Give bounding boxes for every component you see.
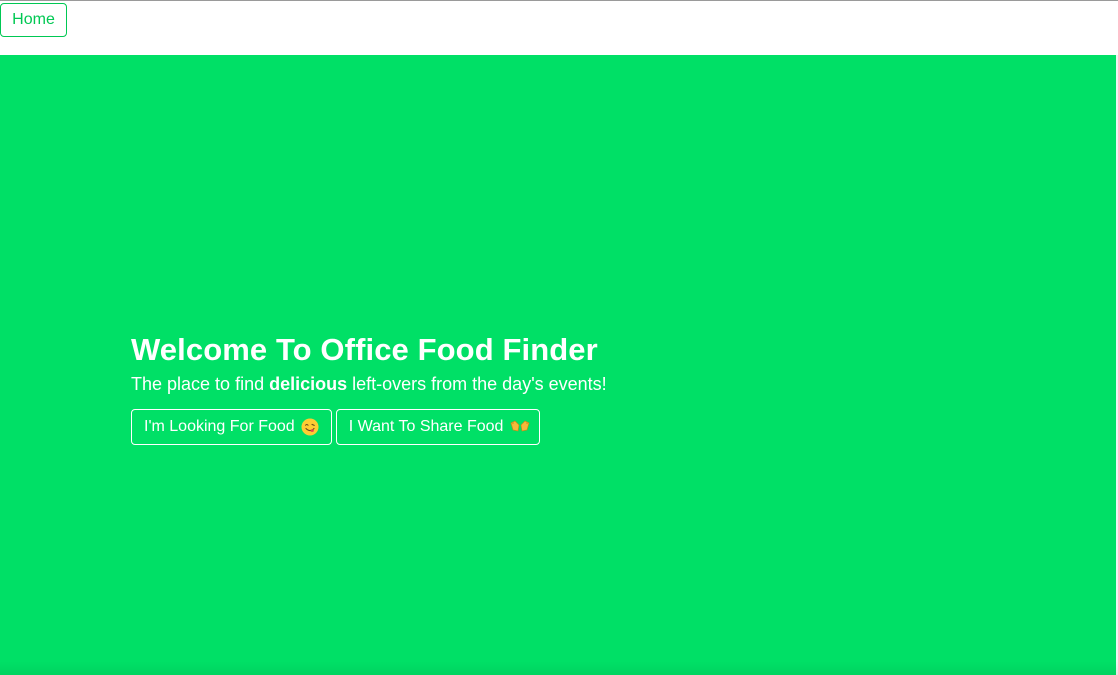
page-title: Welcome To Office Food Finder — [131, 332, 598, 367]
share-food-label: I Want To Share Food — [348, 418, 504, 435]
hero-section: Welcome To Office Food Finder The place … — [0, 55, 1118, 675]
looking-for-food-button[interactable]: I'm Looking For Food — [131, 409, 332, 445]
home-button[interactable]: Home — [0, 3, 67, 37]
looking-for-food-label: I'm Looking For Food — [144, 418, 295, 435]
subtitle-text-after: left-overs from the day's events! — [347, 374, 607, 394]
page-subtitle: The place to find delicious left-overs f… — [131, 372, 607, 396]
share-food-button[interactable]: I Want To Share Food — [335, 409, 541, 445]
yum-face-icon — [301, 418, 319, 436]
subtitle-text-before: The place to find — [131, 374, 270, 394]
subtitle-highlight: delicious — [269, 374, 348, 394]
hero-actions: I'm Looking For Food I Want To Share Foo… — [131, 409, 607, 445]
hero-content: Welcome To Office Food Finder The place … — [131, 331, 607, 445]
open-hands-icon — [509, 418, 530, 436]
navbar: Home — [0, 1, 1118, 55]
hero-bottom-shadow — [0, 661, 1118, 675]
